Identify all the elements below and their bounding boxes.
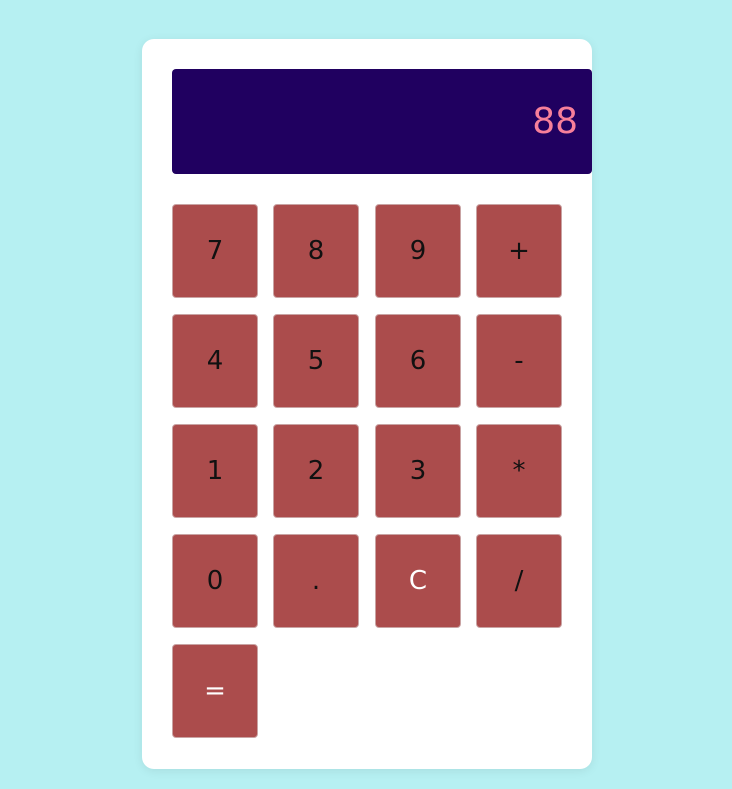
digit-3-button[interactable]: 3 [375,424,461,518]
calculator: 88 7 8 9 + 4 5 6 - 1 2 3 * 0 . C / = [142,39,592,769]
digit-8-button[interactable]: 8 [273,204,359,298]
digit-1-button[interactable]: 1 [172,424,258,518]
digit-7-button[interactable]: 7 [172,204,258,298]
add-button[interactable]: + [476,204,562,298]
digit-9-button[interactable]: 9 [375,204,461,298]
equals-button[interactable]: = [172,644,258,738]
digit-6-button[interactable]: 6 [375,314,461,408]
digit-4-button[interactable]: 4 [172,314,258,408]
display-screen: 88 [172,69,592,174]
display-value: 88 [532,101,578,142]
digit-5-button[interactable]: 5 [273,314,359,408]
digit-0-button[interactable]: 0 [172,534,258,628]
multiply-button[interactable]: * [476,424,562,518]
digit-2-button[interactable]: 2 [273,424,359,518]
decimal-button[interactable]: . [273,534,359,628]
clear-button[interactable]: C [375,534,461,628]
subtract-button[interactable]: - [476,314,562,408]
divide-button[interactable]: / [476,534,562,628]
